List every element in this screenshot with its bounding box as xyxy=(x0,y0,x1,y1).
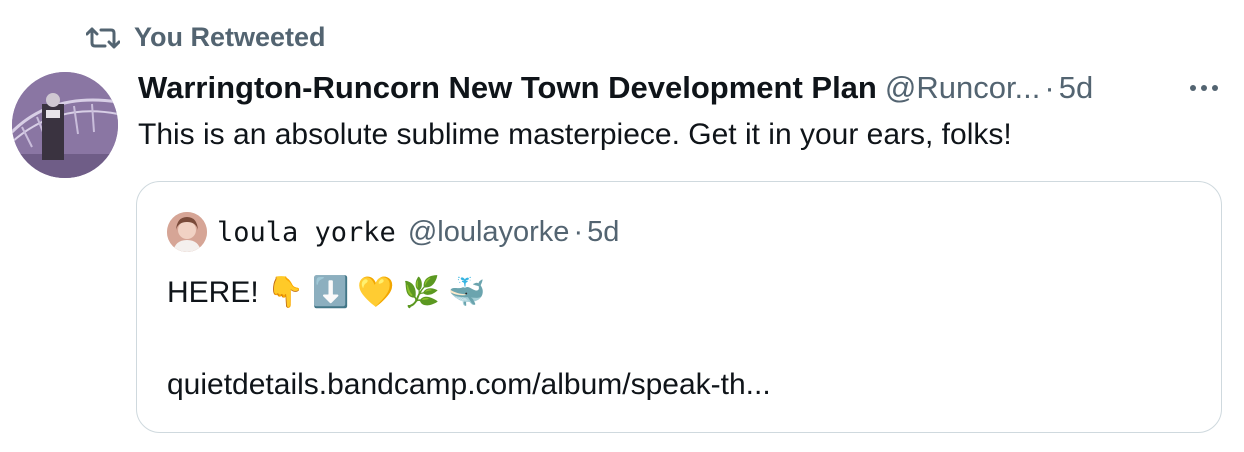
tweet-text: This is an absolute sublime masterpiece.… xyxy=(138,118,1012,151)
herb-emoji: 🌿 xyxy=(402,275,441,310)
more-icon xyxy=(1189,79,1219,97)
yellow-heart-emoji: 💛 xyxy=(357,275,395,310)
retweet-icon xyxy=(86,25,120,51)
author-name[interactable]: Warrington-Runcorn New Town Development … xyxy=(138,64,877,112)
tweet-header: Warrington-Runcorn New Town Development … xyxy=(138,64,1224,112)
separator-dot: · xyxy=(1044,70,1055,105)
down-arrow-emoji: ⬇️ xyxy=(312,275,350,310)
quote-time[interactable]: 5d xyxy=(587,216,619,249)
tweet-time[interactable]: 5d xyxy=(1059,64,1093,112)
tweet-content[interactable]: Warrington-Runcorn New Town Development … xyxy=(138,64,1224,156)
quote-text: HERE! 👇 ⬇️ 💛 🌿 🐳 xyxy=(167,272,485,314)
quote-separator-dot: · xyxy=(573,215,584,248)
author-avatar[interactable] xyxy=(12,72,118,178)
quote-author-avatar[interactable] xyxy=(167,212,207,252)
pointing-down-emoji: 👇 xyxy=(266,275,305,310)
quote-header: loula yorke @loulayorke · 5d xyxy=(167,212,619,252)
quote-author-name[interactable]: loula yorke xyxy=(217,217,396,248)
author-handle[interactable]: @Runcor... xyxy=(885,64,1041,112)
quote-text-prefix: HERE! xyxy=(167,276,259,309)
more-button[interactable] xyxy=(1184,70,1224,106)
retweet-indicator[interactable]: You Retweeted xyxy=(86,22,326,53)
retweet-label: You Retweeted xyxy=(134,22,326,52)
quote-author-handle[interactable]: @loulayorke xyxy=(408,216,570,249)
quote-tweet-card[interactable]: loula yorke @loulayorke · 5d HERE! 👇 ⬇️ … xyxy=(136,181,1222,433)
whale-emoji: 🐳 xyxy=(448,275,486,310)
quote-link[interactable]: quietdetails.bandcamp.com/album/speak-th… xyxy=(167,364,771,406)
